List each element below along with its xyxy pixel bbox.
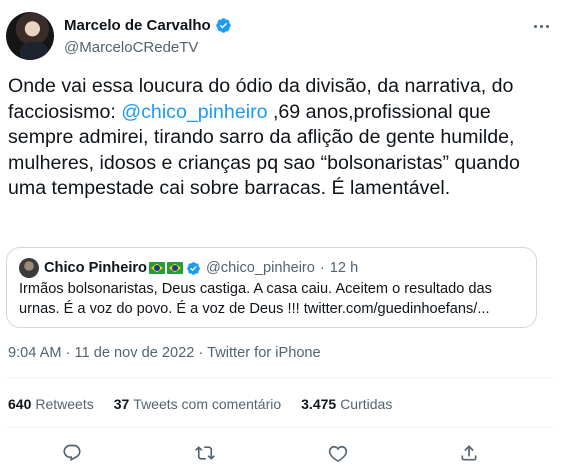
share-button[interactable] xyxy=(455,439,483,467)
reply-bubble-icon xyxy=(63,444,81,462)
like-button[interactable] xyxy=(324,439,352,467)
author-display-name[interactable]: Marcelo de Carvalho xyxy=(64,17,211,34)
retweets-count: 640 xyxy=(8,396,32,412)
tweet-date[interactable]: 11 de nov de 2022 xyxy=(75,345,195,361)
heart-icon xyxy=(328,445,348,462)
tweet-actions xyxy=(0,436,561,470)
author-handle[interactable]: @MarceloCRedeTV xyxy=(64,39,198,56)
quotes-label: Tweets com comentário xyxy=(133,396,282,412)
quoted-separator: · xyxy=(319,260,325,276)
divider xyxy=(6,427,554,428)
brazil-flag-icon xyxy=(148,262,165,274)
author-name-row: Marcelo de Carvalho xyxy=(64,17,232,34)
reply-button[interactable] xyxy=(58,439,86,467)
quotes-count: 37 xyxy=(113,396,130,412)
quoted-author-handle: @chico_pinheiro xyxy=(205,260,315,276)
share-icon xyxy=(461,445,477,461)
retweets-stat[interactable]: 640 Retweets xyxy=(8,396,94,412)
tweet-meta: 9:04 AM · 11 de nov de 2022 · Twitter fo… xyxy=(8,345,321,361)
brazil-flag-icon xyxy=(166,262,183,274)
divider xyxy=(6,377,554,378)
author-avatar[interactable] xyxy=(6,12,54,60)
meta-separator: · xyxy=(198,345,204,361)
quoted-author-name: Chico Pinheiro xyxy=(44,260,147,276)
retweets-label: Retweets xyxy=(35,396,94,412)
quotes-stat[interactable]: 37 Tweets com comentário xyxy=(114,396,281,412)
more-dots-icon[interactable] xyxy=(529,16,553,36)
tweet-card: Marcelo de Carvalho @MarceloCRedeTV Onde… xyxy=(0,0,561,471)
tweet-text: Onde vai essa loucura do ódio da divisão… xyxy=(8,74,553,202)
mention-link[interactable]: @chico_pinheiro xyxy=(121,101,267,123)
quoted-timestamp: 12 h xyxy=(329,260,359,276)
quoted-tweet[interactable]: Chico Pinheiro @chico_pinheiro · 12 h Ir… xyxy=(6,247,537,328)
tweet-time[interactable]: 9:04 AM xyxy=(8,345,62,361)
meta-separator: · xyxy=(65,345,71,361)
likes-label: Curtidas xyxy=(340,396,393,412)
likes-stat[interactable]: 3.475 Curtidas xyxy=(301,396,392,412)
verified-badge-icon xyxy=(215,18,231,33)
quoted-tweet-header: Chico Pinheiro @chico_pinheiro · 12 h xyxy=(19,258,358,278)
tweet-stats: 640 Retweets 37 Tweets com comentário 3.47… xyxy=(8,396,412,412)
retweet-button[interactable] xyxy=(191,439,219,467)
quoted-author-avatar xyxy=(19,258,39,278)
likes-count: 3.475 xyxy=(301,396,337,412)
quoted-tweet-text: Irmãos bolsonaristas, Deus castiga. A ca… xyxy=(19,281,492,317)
verified-badge-icon xyxy=(187,261,200,275)
tweet-source[interactable]: Twitter for iPhone xyxy=(207,345,321,361)
tweet-header: Marcelo de Carvalho @MarceloCRedeTV xyxy=(6,12,554,62)
retweet-icon xyxy=(195,446,215,460)
